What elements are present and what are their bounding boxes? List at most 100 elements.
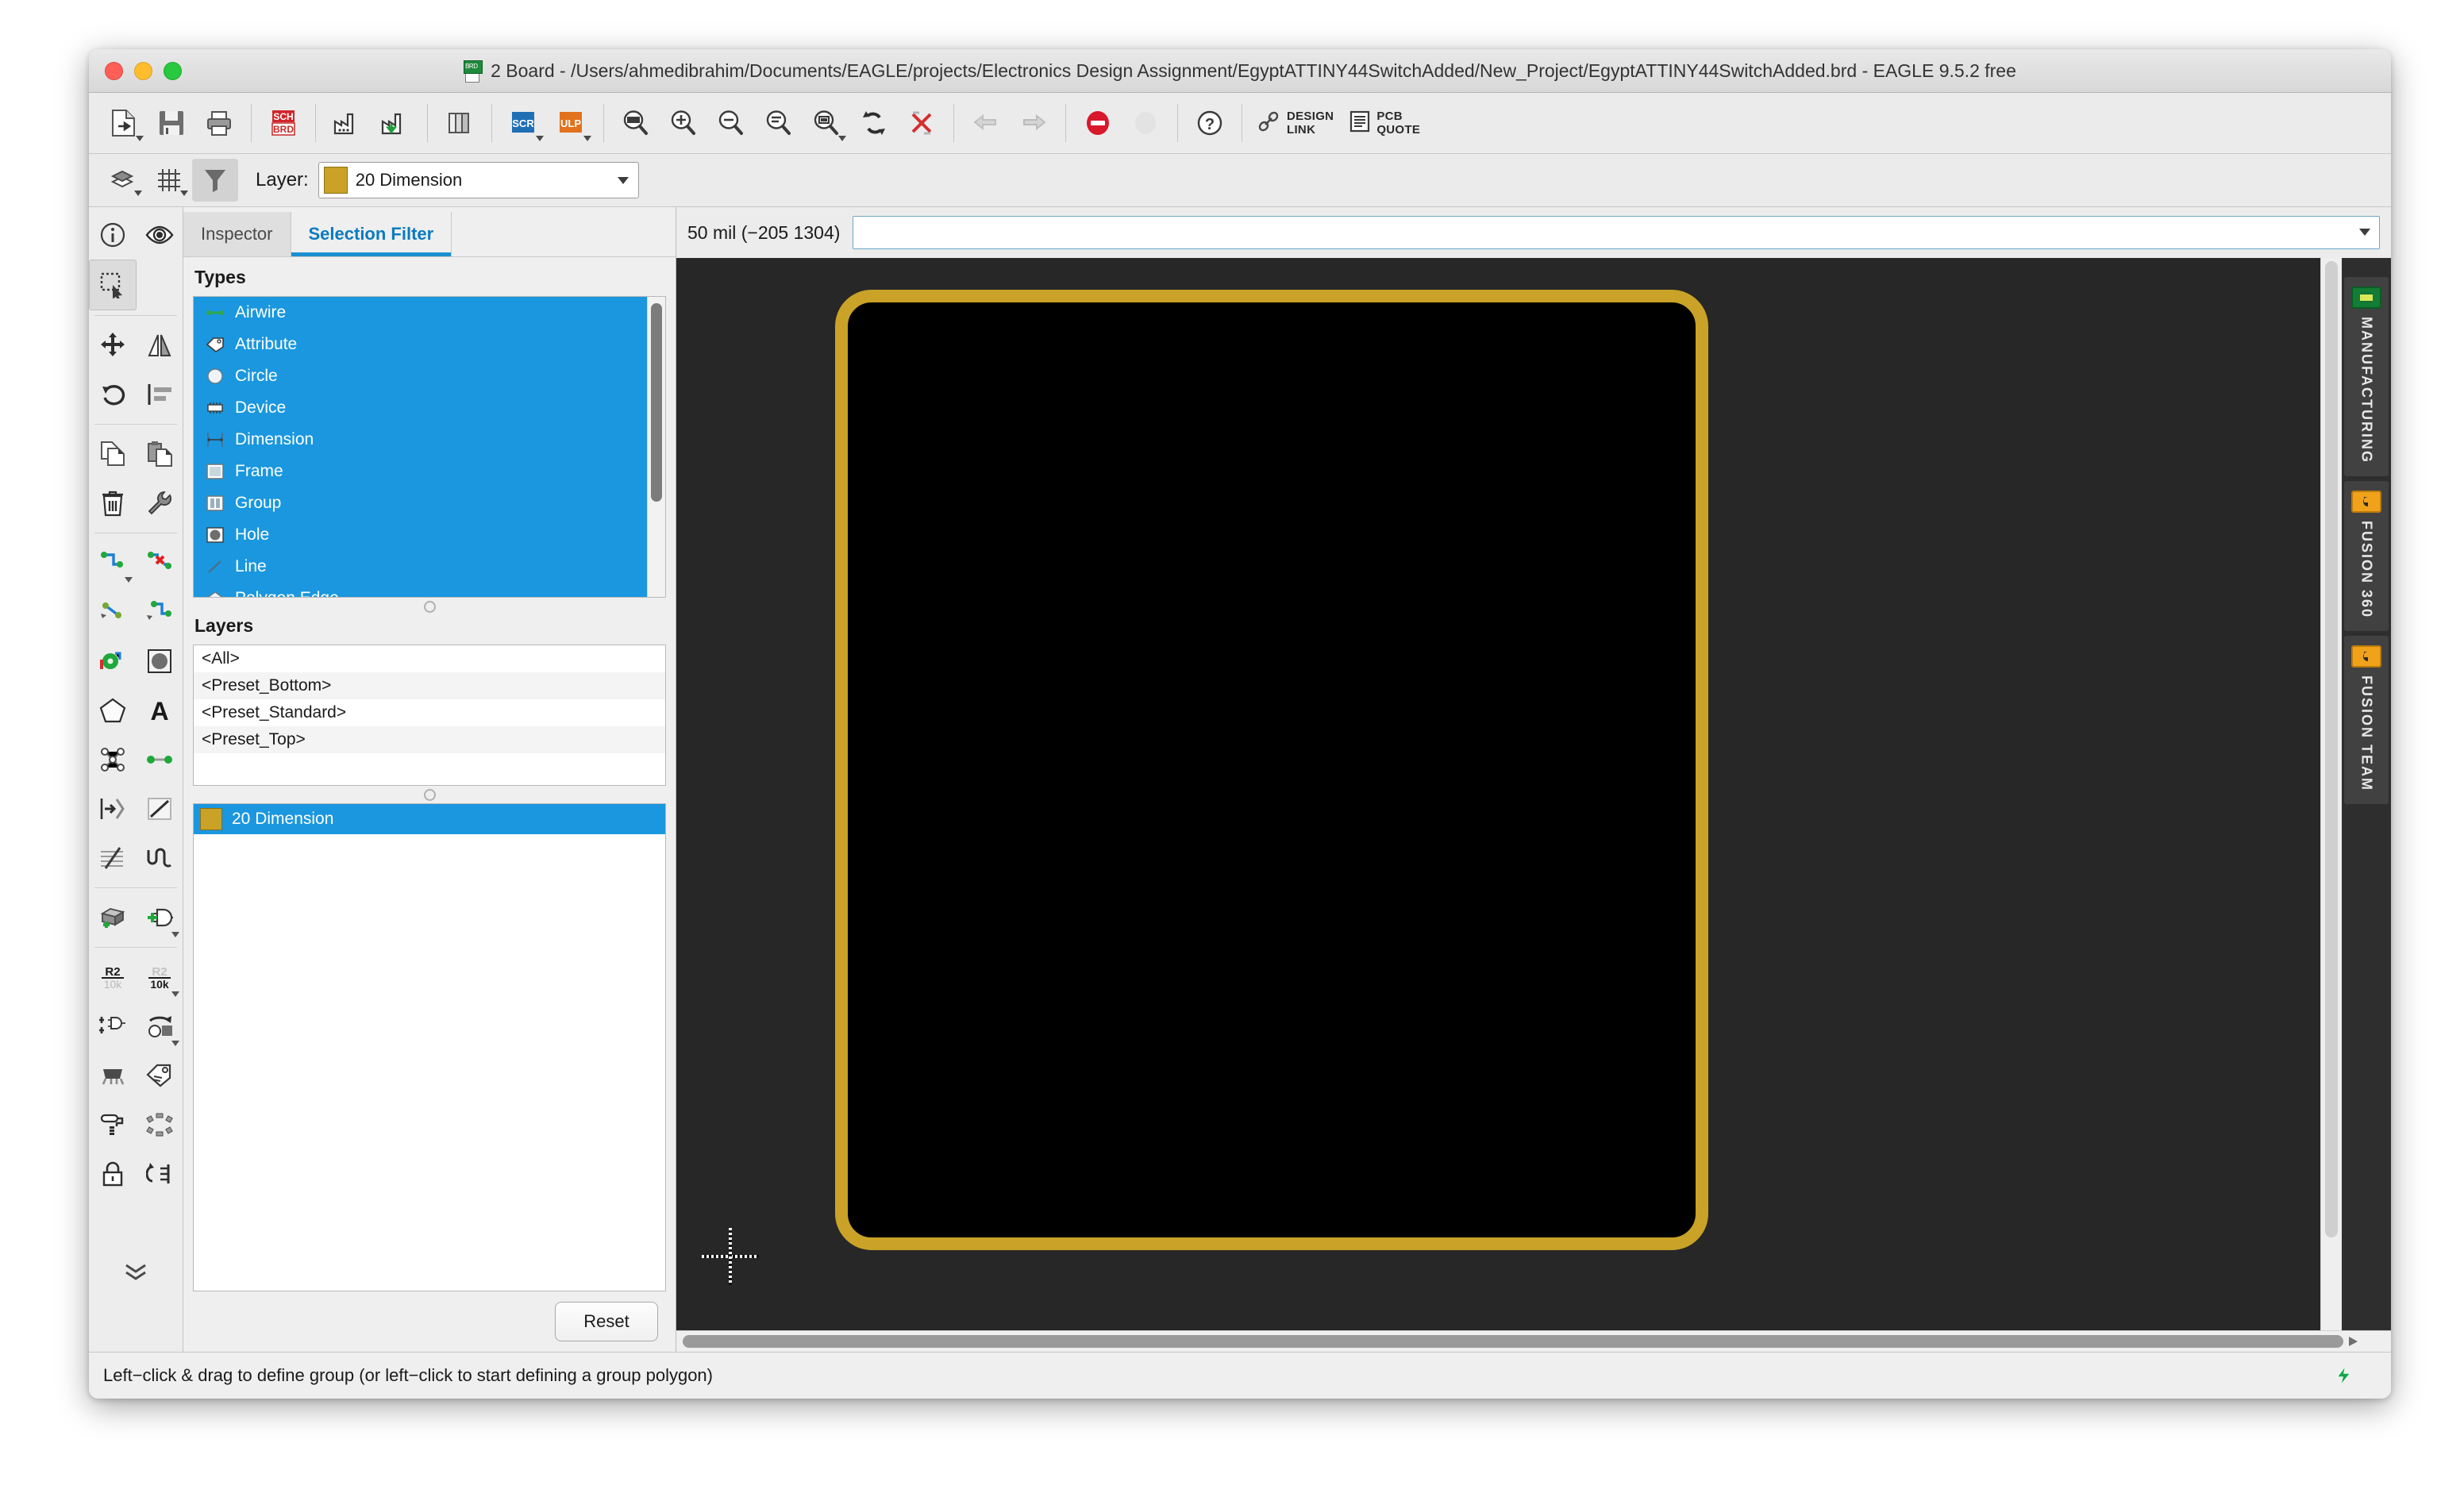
- smash-tool[interactable]: [89, 1002, 136, 1051]
- type-row-line[interactable]: Line: [194, 551, 665, 583]
- dimension-tool[interactable]: [89, 833, 136, 883]
- pcb-quote-button[interactable]: PCB QUOTE: [1342, 99, 1428, 147]
- types-scrollbar[interactable]: [647, 297, 665, 597]
- chevron-down-icon[interactable]: [136, 136, 144, 141]
- paint-tool[interactable]: [89, 1100, 136, 1149]
- cam-processor-button[interactable]: [324, 99, 372, 147]
- undo-button[interactable]: [962, 99, 1010, 147]
- chevron-down-icon[interactable]: [180, 190, 188, 196]
- layer-preset-row[interactable]: <Preset_Bottom>: [194, 672, 665, 699]
- signal-tool[interactable]: [89, 784, 136, 833]
- chevron-down-icon[interactable]: [171, 991, 179, 997]
- canvas-vscroll-thumb[interactable]: [2325, 261, 2338, 1237]
- library-manager-button[interactable]: [436, 99, 483, 147]
- info-tool[interactable]: [89, 210, 136, 260]
- add-part-tool[interactable]: [136, 893, 183, 942]
- layers-splitter[interactable]: [183, 786, 676, 803]
- type-row-hole[interactable]: Hole: [194, 519, 665, 551]
- chevron-down-icon[interactable]: [125, 577, 133, 583]
- attribute-tool[interactable]: [136, 1051, 183, 1100]
- airwire-tool[interactable]: [136, 735, 183, 784]
- chevron-down-icon[interactable]: [2359, 229, 2370, 236]
- save-button[interactable]: [148, 99, 195, 147]
- add-package-tool[interactable]: [89, 893, 136, 942]
- copy-tool[interactable]: [89, 429, 136, 479]
- manufacturing-export-button[interactable]: [372, 99, 419, 147]
- type-row-dimension[interactable]: Dimension: [194, 424, 665, 456]
- redraw-button[interactable]: [850, 99, 898, 147]
- rotate-tool[interactable]: [89, 370, 136, 419]
- chevron-down-icon[interactable]: [171, 932, 179, 937]
- name-tool[interactable]: R2 10k: [89, 952, 136, 1002]
- close-button[interactable]: [105, 61, 123, 80]
- chevron-down-icon[interactable]: [134, 190, 142, 196]
- zoom-in-button[interactable]: [660, 99, 707, 147]
- rail-tab-manufacturing[interactable]: MANUFACTURING: [2344, 277, 2389, 476]
- canvas-vertical-scrollbar[interactable]: [2320, 258, 2342, 1330]
- layer-preset-row[interactable]: <Preset_Standard>: [194, 699, 665, 726]
- types-scroll-thumb[interactable]: [651, 303, 662, 502]
- replace-tool[interactable]: [136, 1002, 183, 1051]
- chevron-down-icon[interactable]: [583, 136, 591, 141]
- type-row-polygon-edge[interactable]: Polygon Edge: [194, 583, 665, 597]
- value-tool[interactable]: R2 10k: [136, 952, 183, 1002]
- move-tool[interactable]: [89, 321, 136, 370]
- zoom-fit-button[interactable]: [612, 99, 660, 147]
- chevron-down-icon[interactable]: [536, 136, 544, 141]
- ripup-tool[interactable]: [136, 538, 183, 587]
- types-layers-splitter[interactable]: [183, 598, 676, 615]
- reset-button[interactable]: Reset: [555, 1302, 658, 1341]
- selected-layer-row[interactable]: 20 Dimension: [194, 804, 665, 834]
- chevron-down-icon[interactable]: [617, 176, 629, 184]
- rail-tab-fusion-360[interactable]: FUSION 360: [2344, 481, 2389, 632]
- wire-tool[interactable]: [136, 784, 183, 833]
- switch-to-schematic-button[interactable]: SCH BRD: [260, 99, 307, 147]
- swap-tool[interactable]: [136, 1149, 183, 1199]
- package-tool[interactable]: [89, 1051, 136, 1100]
- tab-selection-filter[interactable]: Selection Filter: [291, 212, 452, 256]
- zoom-button[interactable]: [164, 61, 182, 80]
- split-tool[interactable]: [89, 587, 136, 637]
- miter-tool[interactable]: [136, 587, 183, 637]
- route-tool[interactable]: [89, 538, 136, 587]
- board-canvas[interactable]: [676, 258, 2320, 1330]
- help-button[interactable]: ?: [1186, 99, 1234, 147]
- type-row-attribute[interactable]: Attribute: [194, 329, 665, 360]
- new-file-button[interactable]: [100, 99, 148, 147]
- delete-tool[interactable]: [89, 479, 136, 528]
- mirror-tool[interactable]: [136, 321, 183, 370]
- board-outline[interactable]: [835, 290, 1708, 1250]
- zoom-region-button[interactable]: [803, 99, 850, 147]
- group-tool[interactable]: [89, 260, 137, 310]
- command-input[interactable]: [853, 216, 2380, 249]
- zoom-select-button[interactable]: [755, 99, 803, 147]
- array-tool[interactable]: [136, 1100, 183, 1149]
- minimize-button[interactable]: [134, 61, 152, 80]
- type-row-circle[interactable]: Circle: [194, 360, 665, 392]
- type-row-device[interactable]: Device: [194, 392, 665, 424]
- type-row-group[interactable]: Group: [194, 487, 665, 519]
- layer-preset-row[interactable]: <Preset_Top>: [194, 726, 665, 753]
- ulp-button[interactable]: ULP: [548, 99, 595, 147]
- align-tool[interactable]: [136, 370, 183, 419]
- script-button[interactable]: SCR: [500, 99, 548, 147]
- expand-palette-button[interactable]: [89, 1248, 183, 1297]
- grid-button[interactable]: [146, 159, 192, 202]
- ratsnest-tool[interactable]: [89, 735, 136, 784]
- text-tool[interactable]: A: [136, 686, 183, 735]
- hole-tool[interactable]: [136, 637, 183, 686]
- scroll-right-arrow-icon[interactable]: [2349, 1337, 2358, 1346]
- lock-tool[interactable]: [89, 1149, 136, 1199]
- layer-select[interactable]: 20 Dimension: [318, 162, 639, 198]
- canvas-horizontal-scrollbar[interactable]: [676, 1330, 2391, 1352]
- redo-button[interactable]: [1010, 99, 1057, 147]
- display-layers-button[interactable]: [100, 159, 146, 202]
- paste-tool[interactable]: [136, 429, 183, 479]
- chevron-down-icon[interactable]: [838, 136, 846, 141]
- zoom-out-button[interactable]: [707, 99, 755, 147]
- design-link-button[interactable]: DESIGN LINK: [1250, 99, 1342, 147]
- selected-layers-list[interactable]: 20 Dimension: [193, 803, 666, 1291]
- type-row-frame[interactable]: Frame: [194, 456, 665, 487]
- polygon-tool[interactable]: [89, 686, 136, 735]
- types-list[interactable]: Airwire Attribute Circle Device Dimensio…: [193, 296, 666, 598]
